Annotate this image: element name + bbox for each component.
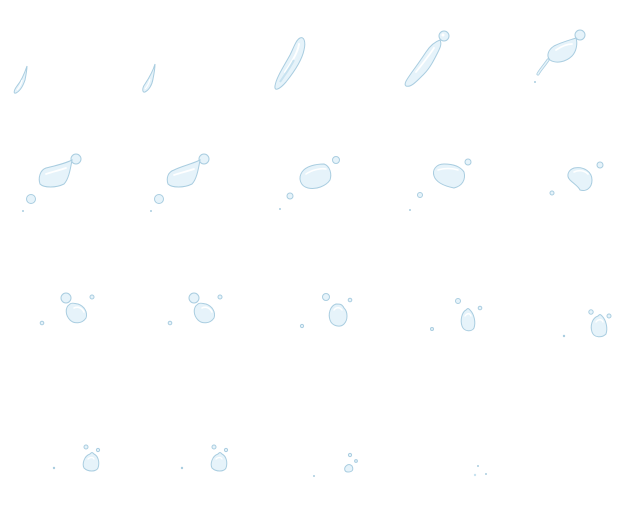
droplet-frame-12-icon (167, 292, 223, 326)
water-splash-sprite-sheet (0, 0, 640, 512)
droplet-frame-1-icon (13, 65, 28, 94)
splash-frame-11 (0, 256, 128, 384)
droplet-frame-14-icon (430, 298, 483, 332)
droplet-frame-7-icon (150, 153, 210, 212)
droplet-frame-16-icon (52, 444, 101, 472)
splash-frame-14 (384, 256, 512, 384)
droplet-frame-13-icon (299, 293, 353, 329)
splash-frame-empty (512, 384, 640, 512)
droplet-frame-8-icon (279, 156, 340, 210)
splash-frame-19 (384, 384, 512, 512)
splash-frame-7 (128, 128, 256, 256)
splash-frame-15 (512, 256, 640, 384)
splash-frame-9 (384, 128, 512, 256)
splash-frame-5 (512, 0, 640, 128)
droplet-frame-18-icon (313, 452, 358, 477)
droplet-frame-9-icon (409, 158, 472, 211)
splash-frame-10 (512, 128, 640, 256)
splash-frame-2 (128, 0, 256, 128)
splash-frame-18 (256, 384, 384, 512)
droplet-frame-10-icon (549, 161, 604, 196)
droplet-frame-5-icon (534, 29, 586, 83)
splash-frame-4 (384, 0, 512, 128)
droplet-frame-15-icon (562, 309, 612, 338)
splash-frame-17 (128, 384, 256, 512)
droplet-frame-4-icon (404, 30, 450, 87)
splash-frame-12 (128, 256, 256, 384)
splash-frame-1 (0, 0, 128, 128)
droplet-frame-17-icon (180, 444, 229, 472)
splash-frame-8 (256, 128, 384, 256)
splash-frame-6 (0, 128, 128, 256)
droplet-frame-3-icon (274, 37, 306, 90)
droplet-frame-11-icon (39, 292, 95, 326)
droplet-frame-2-icon (142, 63, 156, 93)
splash-frame-16 (0, 384, 128, 512)
splash-frame-3 (256, 0, 384, 128)
splash-frame-13 (256, 256, 384, 384)
droplet-frame-6-icon (22, 153, 82, 212)
droplet-frame-19-icon (473, 465, 487, 477)
